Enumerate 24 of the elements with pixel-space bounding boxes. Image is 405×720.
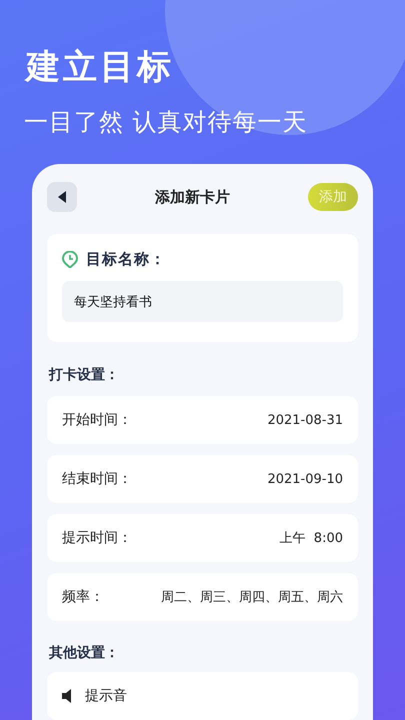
setting-row[interactable]: 频率： 周二、周三、周四、周五、周六 bbox=[47, 573, 358, 621]
setting-value: 周二、周三、周四、周五、周六 bbox=[161, 589, 343, 606]
setting-value: 2021-08-31 bbox=[267, 412, 343, 428]
speaker-icon bbox=[62, 689, 71, 703]
setting-row[interactable]: 结束时间： 2021-09-10 bbox=[47, 455, 358, 503]
setting-label: 结束时间： bbox=[62, 470, 132, 488]
setting-label: 开始时间： bbox=[62, 411, 132, 429]
section-title: 打卡设置： bbox=[49, 366, 120, 384]
back-icon bbox=[58, 191, 66, 203]
goal-name-field[interactable]: 每天坚持看书 bbox=[62, 281, 343, 322]
tagline: 一目了然 认真对待每一天 bbox=[24, 107, 309, 138]
section-title: 其他设置： bbox=[49, 644, 120, 662]
setting-label: 频率： bbox=[62, 588, 104, 606]
setting-label: 提示音 bbox=[85, 687, 127, 705]
page-title: 添加新卡片 bbox=[155, 188, 230, 206]
setting-value: 上午 8:00 bbox=[280, 530, 343, 547]
headline: 建立目标 bbox=[26, 46, 175, 89]
back-button[interactable] bbox=[47, 182, 77, 212]
setting-row[interactable]: 开始时间： 2021-08-31 bbox=[47, 396, 358, 444]
goal-label: 目标名称： bbox=[86, 250, 166, 269]
setting-value: 2021-09-10 bbox=[267, 472, 343, 486]
setting-row[interactable]: 提示时间： 上午 8:00 bbox=[47, 514, 358, 562]
setting-row[interactable]: 提示音 bbox=[47, 672, 358, 720]
setting-label: 提示时间： bbox=[62, 529, 132, 547]
